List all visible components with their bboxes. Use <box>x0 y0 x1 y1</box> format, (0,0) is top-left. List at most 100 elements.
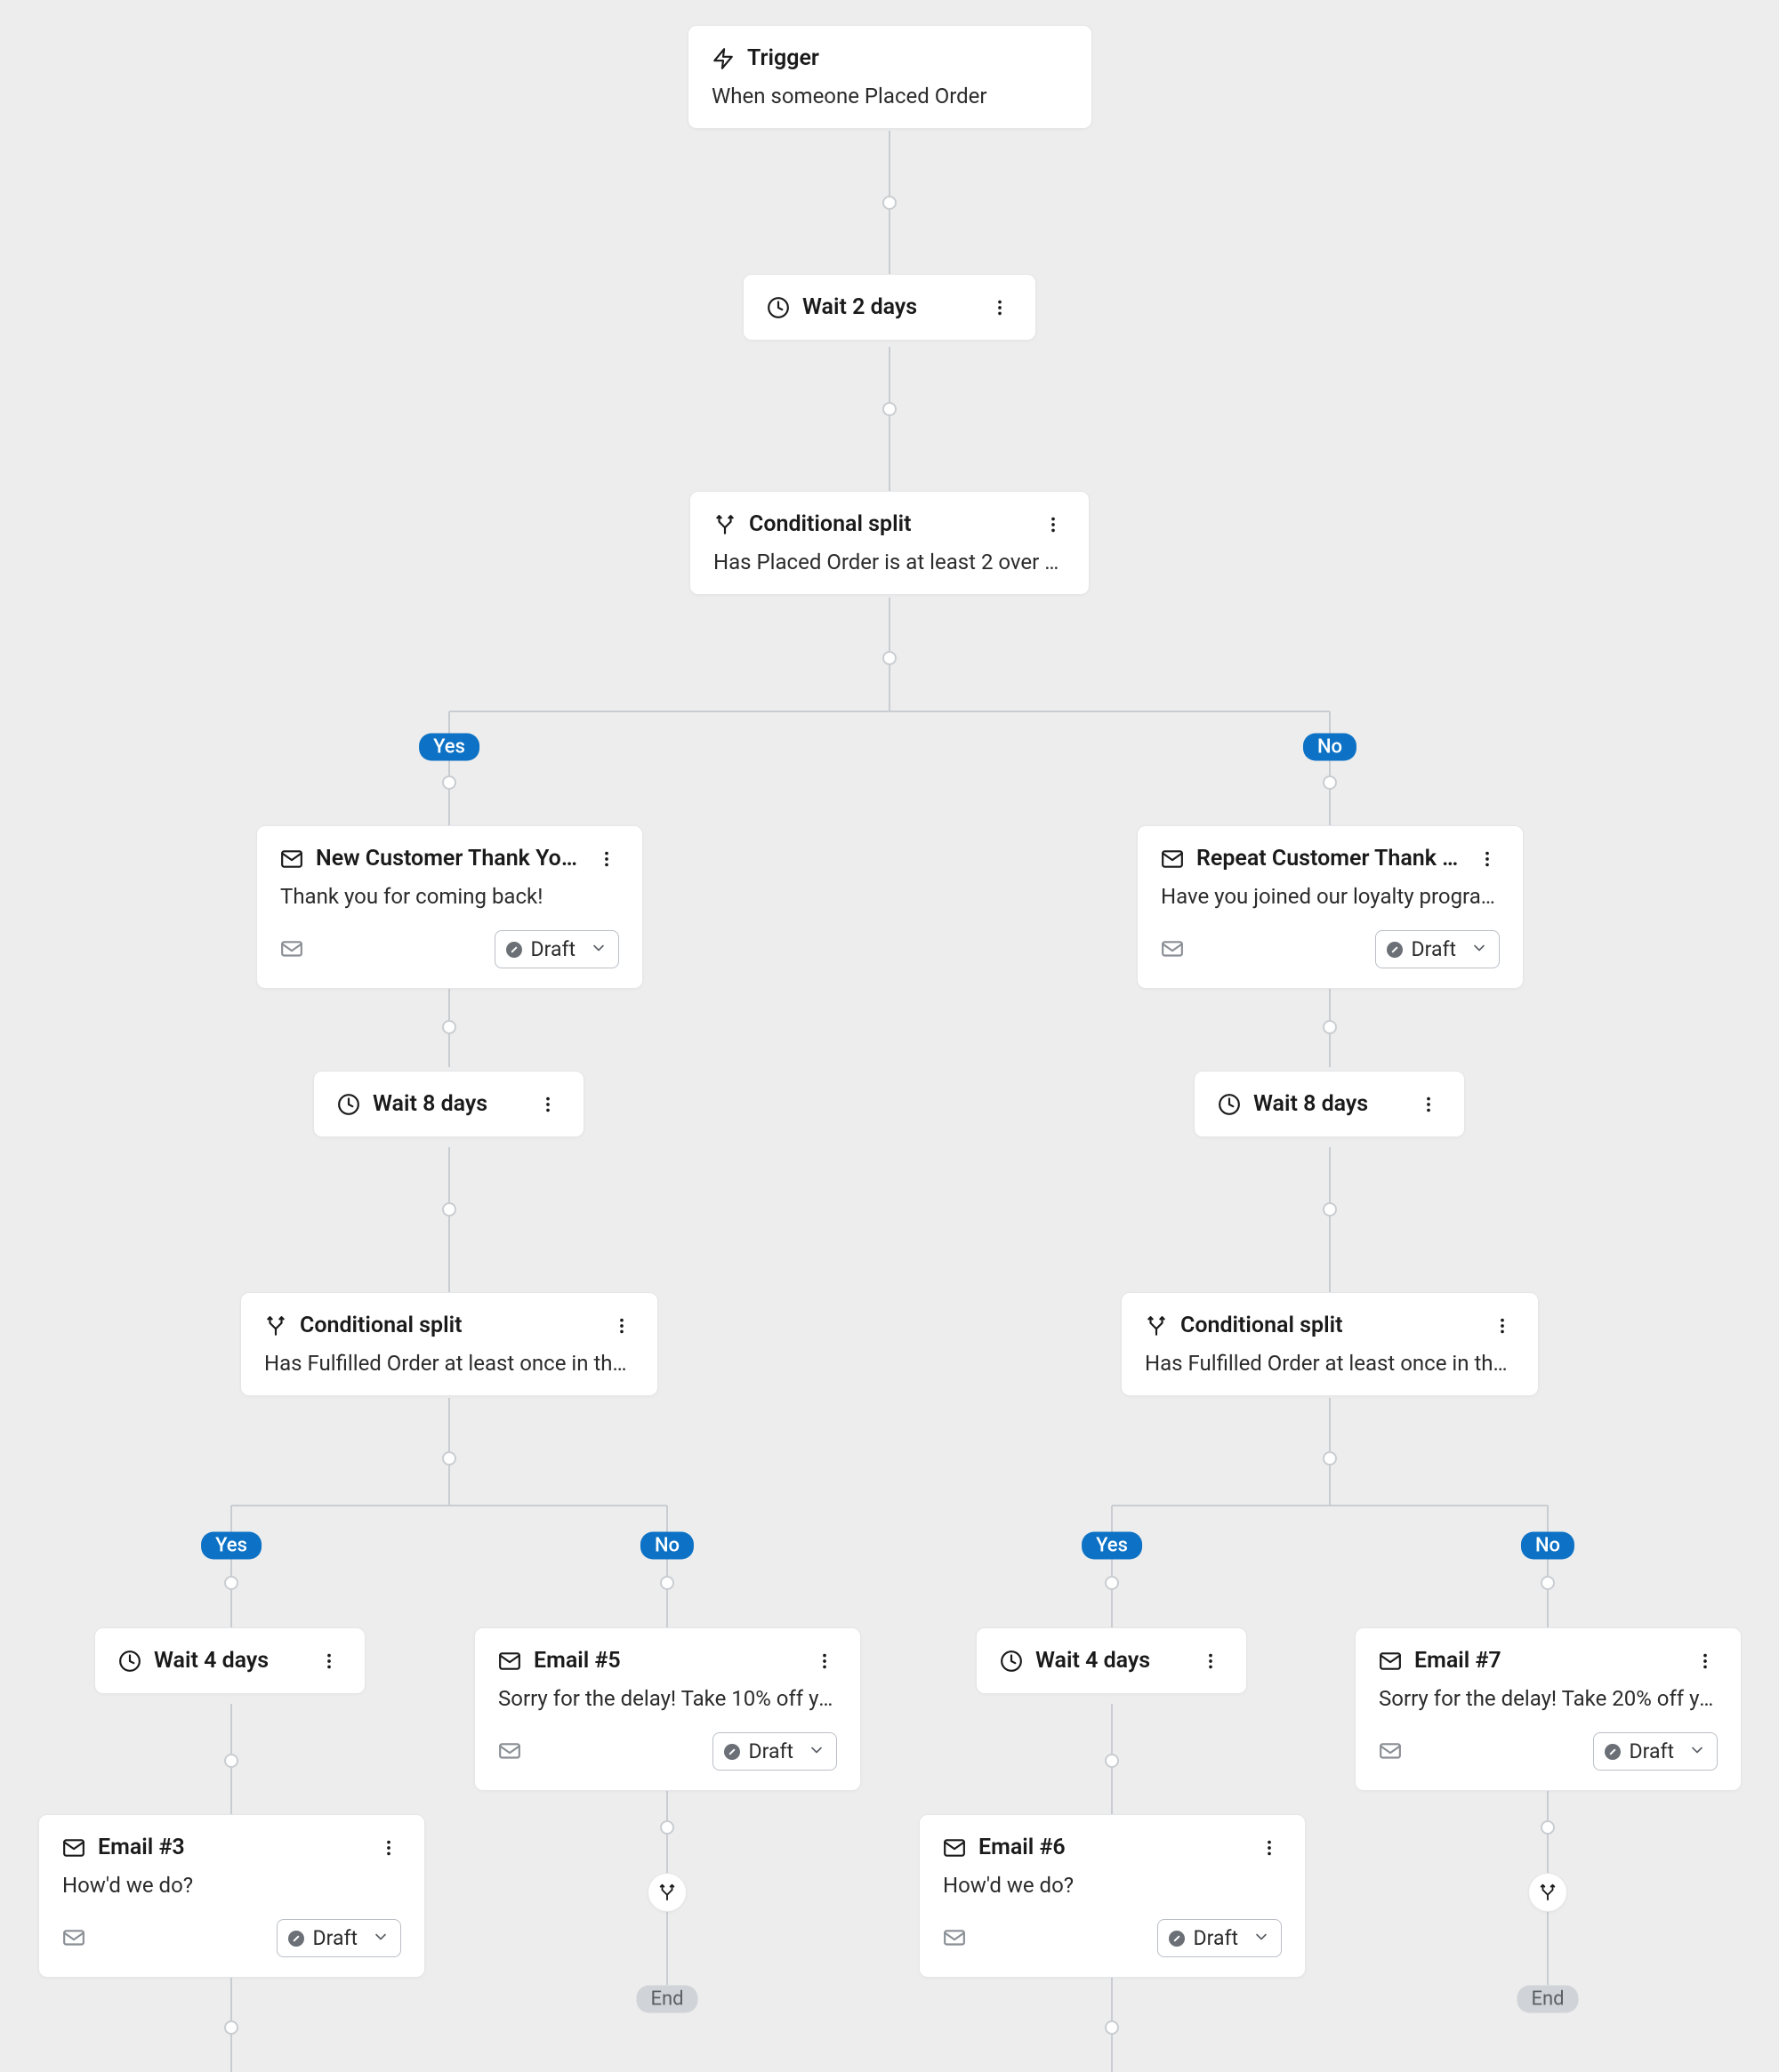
more-menu-button[interactable] <box>1475 847 1500 871</box>
status-label: Draft <box>531 937 576 961</box>
split-title: Conditional split <box>1180 1313 1342 1338</box>
add-split-button[interactable] <box>648 1873 687 1912</box>
email-node-3[interactable]: Email #3 How'd we do? Draft <box>38 1814 425 1978</box>
more-menu-button[interactable] <box>1416 1092 1441 1117</box>
yes-pill: Yes <box>419 734 479 761</box>
channel-email-icon <box>943 1929 966 1948</box>
more-menu-button[interactable] <box>609 1313 634 1338</box>
channel-email-icon <box>280 940 303 960</box>
wait-title: Wait 8 days <box>373 1091 487 1117</box>
more-menu-button[interactable] <box>1198 1649 1223 1674</box>
email-desc: Have you joined our loyalty program? <box>1161 884 1500 909</box>
lightning-icon <box>712 47 735 70</box>
chevron-down-icon <box>590 939 608 960</box>
status-label: Draft <box>1194 1926 1238 1950</box>
status-label: Draft <box>1412 937 1456 961</box>
more-menu-button[interactable] <box>987 295 1012 320</box>
status-dot-icon <box>1169 1931 1185 1947</box>
conditional-split-node-left[interactable]: Conditional split Has Fulfilled Order at… <box>240 1292 658 1396</box>
email-node-5[interactable]: Email #5 Sorry for the delay! Take 10% o… <box>474 1627 861 1791</box>
split-icon <box>713 513 737 536</box>
yes-pill: Yes <box>201 1532 262 1560</box>
email-desc: Thank you for coming back! <box>280 884 619 909</box>
mail-icon <box>498 1650 521 1673</box>
more-menu-button[interactable] <box>594 847 619 871</box>
clock-icon <box>767 296 790 319</box>
email-desc: Sorry for the delay! Take 10% off your n… <box>498 1686 837 1711</box>
no-pill: No <box>1521 1532 1574 1560</box>
split-desc: Has Fulfilled Order at least once in the… <box>1145 1351 1515 1376</box>
clock-icon <box>337 1093 360 1116</box>
status-dropdown[interactable]: Draft <box>495 930 619 968</box>
wait-title: Wait 4 days <box>1035 1648 1150 1674</box>
mail-icon <box>62 1836 85 1859</box>
status-dropdown[interactable]: Draft <box>712 1732 837 1771</box>
more-menu-button[interactable] <box>317 1649 342 1674</box>
email-title: New Customer Thank You:... <box>316 846 582 871</box>
email-node-7[interactable]: Email #7 Sorry for the delay! Take 20% o… <box>1355 1627 1742 1791</box>
end-pill: End <box>1517 1986 1578 2013</box>
more-menu-button[interactable] <box>1041 512 1066 537</box>
email-node-new-customer[interactable]: New Customer Thank You:... Thank you for… <box>256 825 643 989</box>
wait-node-8days-right[interactable]: Wait 8 days <box>1194 1071 1465 1137</box>
add-split-button[interactable] <box>1528 1873 1567 1912</box>
more-menu-button[interactable] <box>376 1835 401 1860</box>
yes-pill: Yes <box>1082 1532 1142 1560</box>
conditional-split-node[interactable]: Conditional split Has Placed Order is at… <box>689 491 1090 595</box>
chevron-down-icon <box>1470 939 1488 960</box>
wait-node-4days-left[interactable]: Wait 4 days <box>94 1627 366 1694</box>
chevron-down-icon <box>372 1928 390 1949</box>
wait-title: Wait 4 days <box>154 1648 269 1674</box>
mail-icon <box>280 847 303 871</box>
more-menu-button[interactable] <box>535 1092 560 1117</box>
status-dropdown[interactable]: Draft <box>1593 1732 1718 1771</box>
split-desc: Has Placed Order is at least 2 over all … <box>713 550 1066 574</box>
split-icon <box>1145 1314 1168 1337</box>
email-node-6[interactable]: Email #6 How'd we do? Draft <box>919 1814 1306 1978</box>
channel-email-icon <box>1379 1742 1402 1762</box>
status-dot-icon <box>724 1744 740 1760</box>
email-desc: Sorry for the delay! Take 20% off your n… <box>1379 1686 1718 1711</box>
trigger-node[interactable]: Trigger When someone Placed Order <box>688 25 1092 129</box>
no-pill: No <box>1303 734 1356 761</box>
wait-node-4days-right[interactable]: Wait 4 days <box>976 1627 1247 1694</box>
more-menu-button[interactable] <box>812 1649 837 1674</box>
split-title: Conditional split <box>300 1313 462 1338</box>
status-dot-icon <box>1605 1744 1621 1760</box>
wait-title: Wait 2 days <box>802 294 917 320</box>
email-title: Email #5 <box>534 1648 621 1674</box>
status-dropdown[interactable]: Draft <box>277 1919 401 1957</box>
email-title: Email #6 <box>978 1835 1066 1860</box>
conditional-split-node-right[interactable]: Conditional split Has Fulfilled Order at… <box>1121 1292 1539 1396</box>
chevron-down-icon <box>1688 1741 1706 1763</box>
status-dot-icon <box>288 1931 304 1947</box>
status-label: Draft <box>1630 1739 1674 1763</box>
trigger-desc: When someone Placed Order <box>712 84 1068 108</box>
mail-icon <box>943 1836 966 1859</box>
split-icon <box>264 1314 287 1337</box>
status-dropdown[interactable]: Draft <box>1375 930 1500 968</box>
email-title: Repeat Customer Thank You:... <box>1196 846 1462 871</box>
more-menu-button[interactable] <box>1693 1649 1718 1674</box>
clock-icon <box>1000 1650 1023 1673</box>
clock-icon <box>118 1650 141 1673</box>
wait-title: Wait 8 days <box>1253 1091 1368 1117</box>
more-menu-button[interactable] <box>1257 1835 1282 1860</box>
email-title: Email #7 <box>1414 1648 1501 1674</box>
email-desc: How'd we do? <box>943 1873 1282 1898</box>
email-desc: How'd we do? <box>62 1873 401 1898</box>
no-pill: No <box>640 1532 694 1560</box>
wait-node-8days-left[interactable]: Wait 8 days <box>313 1071 584 1137</box>
channel-email-icon <box>62 1929 85 1948</box>
email-title: Email #3 <box>98 1835 185 1860</box>
status-dropdown[interactable]: Draft <box>1157 1919 1282 1957</box>
split-title: Conditional split <box>749 511 911 537</box>
status-dot-icon <box>506 942 522 958</box>
email-node-repeat-customer[interactable]: Repeat Customer Thank You:... Have you j… <box>1137 825 1524 989</box>
chevron-down-icon <box>808 1741 825 1763</box>
status-dot-icon <box>1387 942 1403 958</box>
wait-node-2days[interactable]: Wait 2 days <box>743 274 1036 341</box>
more-menu-button[interactable] <box>1490 1313 1515 1338</box>
split-desc: Has Fulfilled Order at least once in the… <box>264 1351 634 1376</box>
channel-email-icon <box>1161 940 1184 960</box>
